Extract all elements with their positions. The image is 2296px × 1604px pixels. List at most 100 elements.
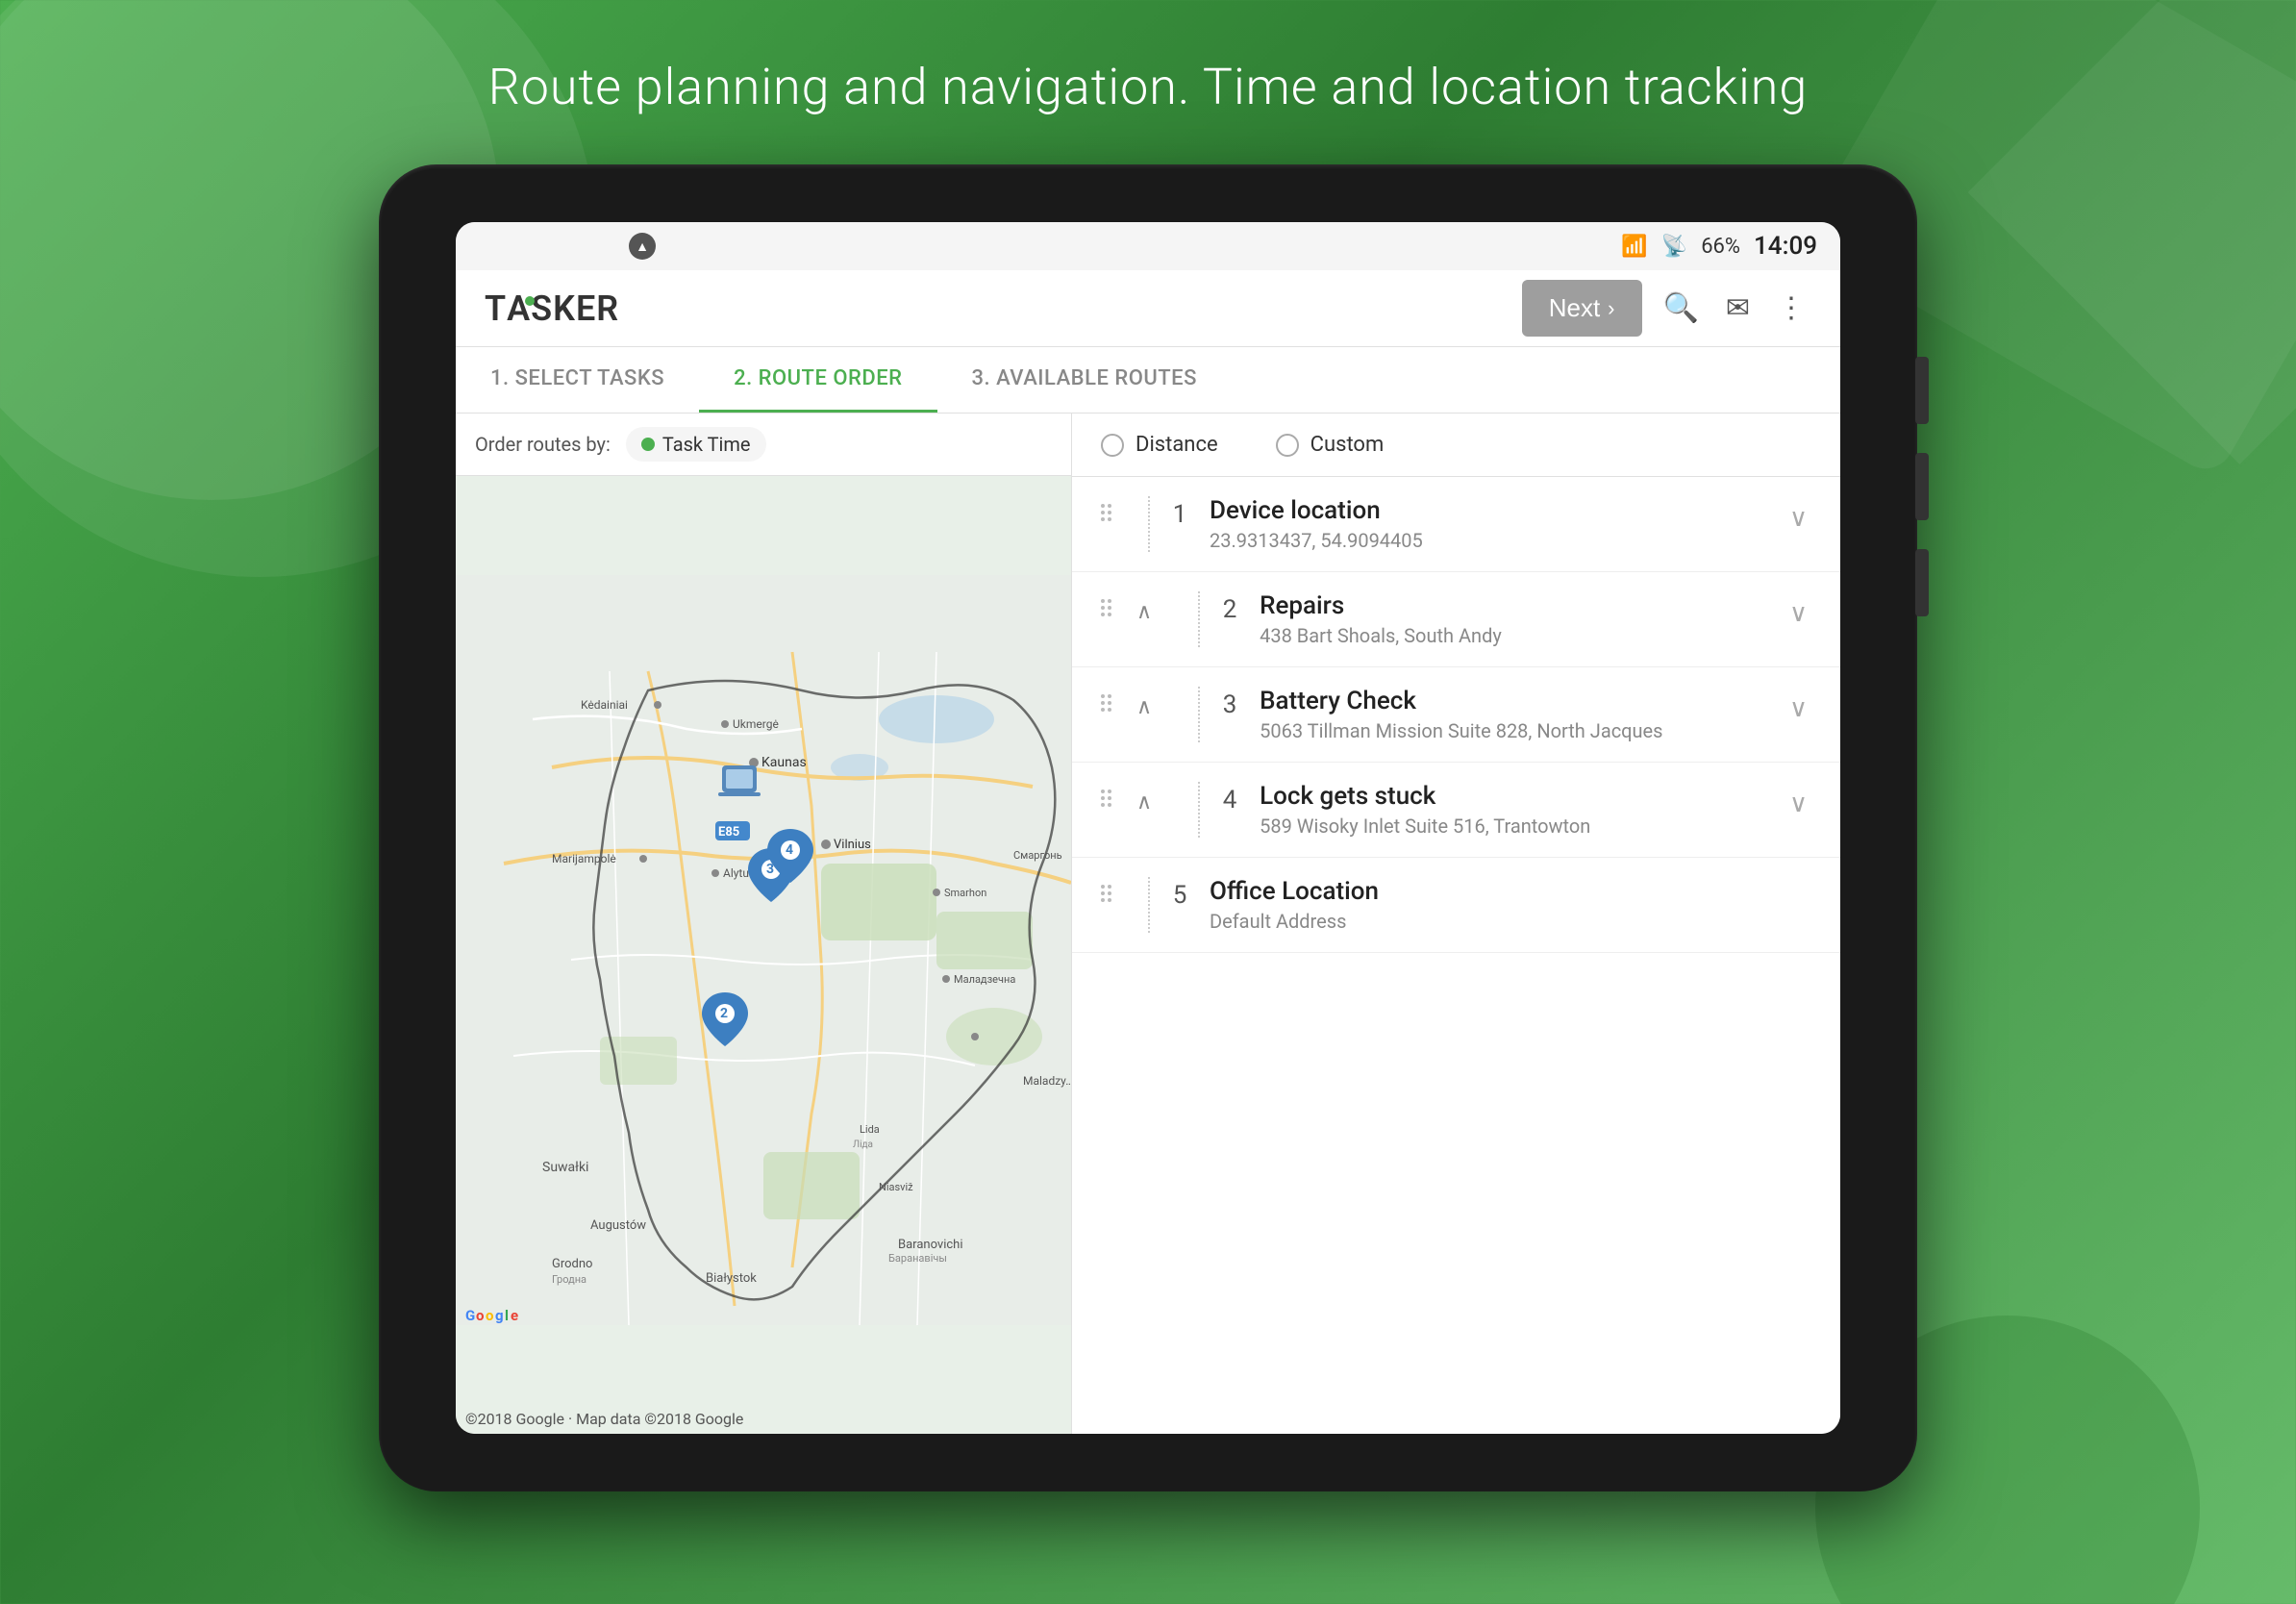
svg-text:4: 4 [786, 842, 793, 858]
route-expand-3[interactable]: ∨ [1785, 687, 1811, 727]
route-info-3: Battery Check 5063 Tillman Mission Suite… [1260, 687, 1770, 742]
main-content: Order routes by: Task Time [456, 414, 1840, 1434]
route-info-4: Lock gets stuck 589 Wisoky Inlet Suite 5… [1260, 782, 1770, 838]
dotted-sep-2 [1177, 591, 1200, 647]
route-expand-2[interactable]: ∨ [1785, 591, 1811, 632]
dotted-sep-3 [1177, 687, 1200, 742]
tablet-device: SAMSUNG ▲ 📶 📡 66% 14:09 TASKER [379, 164, 1917, 1491]
svg-text:Vilnius: Vilnius [834, 838, 871, 852]
route-name-3: Battery Check [1260, 687, 1770, 715]
drag-handle-5[interactable] [1101, 877, 1111, 902]
route-address-4: 589 Wisoky Inlet Suite 516, Trantowton [1260, 815, 1770, 838]
search-button[interactable]: 🔍 [1658, 286, 1705, 331]
svg-text:2: 2 [720, 1006, 728, 1021]
svg-text:Białystok: Białystok [706, 1271, 757, 1286]
route-address-5: Default Address [1210, 910, 1811, 933]
move-up-3[interactable]: ∧ [1127, 687, 1161, 723]
dotted-sep-5 [1127, 877, 1150, 933]
route-num-1: 1 [1165, 496, 1194, 529]
distance-option[interactable]: Distance [1101, 433, 1218, 457]
app-name: TASKER [485, 288, 619, 329]
svg-text:g: g [495, 1307, 504, 1324]
svg-text:E85: E85 [718, 825, 739, 840]
wifi-icon: 📶 [1621, 235, 1647, 259]
task-time-badge[interactable]: Task Time [626, 427, 766, 462]
tab-select-tasks-label: 1. SELECT TASKS [490, 366, 664, 390]
tab-available-routes-label: 3. AVAILABLE ROUTES [972, 366, 1197, 390]
route-info-2: Repairs 438 Bart Shoals, South Andy [1260, 591, 1770, 647]
more-button[interactable]: ⋮ [1771, 286, 1811, 331]
svg-text:Kėdainiai: Kėdainiai [581, 698, 628, 712]
svg-text:Ukmergė: Ukmergė [733, 717, 779, 731]
route-expand-1[interactable]: ∨ [1785, 496, 1811, 537]
task-time-dot [641, 438, 655, 451]
svg-text:Ліда: Ліда [853, 1140, 873, 1150]
distance-radio[interactable] [1101, 434, 1124, 457]
status-bar: ▲ 📶 📡 66% 14:09 [456, 222, 1840, 270]
svg-text:Маладзечна: Маладзечна [954, 973, 1015, 986]
search-icon: 🔍 [1663, 292, 1699, 324]
map-view[interactable]: Kaunas Vilnius Alytus Marijampolė Ukmerg… [456, 466, 1071, 1434]
route-expand-4[interactable]: ∨ [1785, 782, 1811, 822]
status-left: ▲ [629, 233, 656, 260]
route-name-2: Repairs [1260, 591, 1770, 620]
map-panel: Order routes by: Task Time [456, 414, 1071, 1434]
svg-text:Maladzy…: Maladzy… [1023, 1074, 1071, 1088]
next-label: Next [1549, 293, 1600, 323]
tab-select-tasks[interactable]: 1. SELECT TASKS [456, 347, 699, 413]
status-time: 14:09 [1754, 232, 1817, 261]
route-num-2: 2 [1215, 591, 1244, 624]
next-button[interactable]: Next › [1522, 280, 1642, 337]
svg-text:Lida: Lida [860, 1123, 880, 1136]
header-actions: Next › 🔍 ✉ ⋮ [1522, 280, 1811, 337]
page-title: Route planning and navigation. Time and … [488, 58, 1809, 116]
drag-handle-4[interactable] [1101, 782, 1111, 807]
route-item-2: ∧ 2 Repairs 438 Bart Shoals, South Andy … [1072, 572, 1840, 667]
route-address-2: 438 Bart Shoals, South Andy [1260, 624, 1770, 647]
svg-text:Гродна: Гродна [552, 1273, 586, 1286]
move-up-4[interactable]: ∧ [1127, 782, 1161, 818]
route-num-3: 3 [1215, 687, 1244, 719]
route-info-1: Device location 23.9313437, 54.9094405 [1210, 496, 1770, 552]
volume-down-button[interactable] [1915, 549, 1929, 616]
signal-icon: 📡 [1661, 235, 1687, 259]
message-button[interactable]: ✉ [1720, 286, 1756, 331]
route-name-1: Device location [1210, 496, 1770, 525]
custom-option[interactable]: Custom [1276, 433, 1385, 457]
custom-radio[interactable] [1276, 434, 1299, 457]
svg-text:Grodno: Grodno [552, 1257, 592, 1271]
svg-text:Баранавічы: Баранавічы [888, 1252, 947, 1265]
route-num-4: 4 [1215, 782, 1244, 815]
order-by-label: Order routes by: [475, 433, 611, 456]
more-icon: ⋮ [1777, 292, 1806, 324]
route-num-5: 5 [1165, 877, 1194, 910]
dotted-sep-4 [1177, 782, 1200, 838]
drag-handle-2[interactable] [1101, 591, 1111, 616]
distance-label: Distance [1136, 433, 1218, 457]
task-time-label: Task Time [662, 433, 751, 456]
svg-text:Смаргонь: Смаргонь [1013, 849, 1062, 862]
route-address-3: 5063 Tillman Mission Suite 828, North Ja… [1260, 719, 1770, 742]
svg-text:o: o [486, 1307, 493, 1324]
svg-text:l: l [505, 1307, 509, 1324]
svg-text:Marijampolė: Marijampolė [552, 852, 616, 865]
svg-text:Kaunas: Kaunas [761, 755, 807, 770]
route-address-1: 23.9313437, 54.9094405 [1210, 529, 1770, 552]
route-info-5: Office Location Default Address [1210, 877, 1811, 933]
app-logo: TASKER [485, 288, 619, 329]
move-up-2[interactable]: ∧ [1127, 591, 1161, 628]
side-buttons-right [1915, 357, 1929, 616]
tab-route-order[interactable]: 2. ROUTE ORDER [699, 347, 936, 413]
custom-label: Custom [1310, 433, 1385, 457]
route-name-4: Lock gets stuck [1260, 782, 1770, 811]
tab-available-routes[interactable]: 3. AVAILABLE ROUTES [937, 347, 1232, 413]
map-credit: ©2018 Google · Map data ©2018 Google [465, 1410, 743, 1428]
tablet-screen: ▲ 📶 📡 66% 14:09 TASKER Next › [456, 222, 1840, 1434]
power-button[interactable] [1915, 357, 1929, 424]
drag-handle-1[interactable] [1101, 496, 1111, 521]
drag-handle-3[interactable] [1101, 687, 1111, 712]
battery-indicator: 66% [1701, 235, 1740, 259]
status-right: 📶 📡 66% 14:09 [1621, 232, 1817, 261]
dotted-sep-1 [1127, 496, 1150, 552]
volume-up-button[interactable] [1915, 453, 1929, 520]
